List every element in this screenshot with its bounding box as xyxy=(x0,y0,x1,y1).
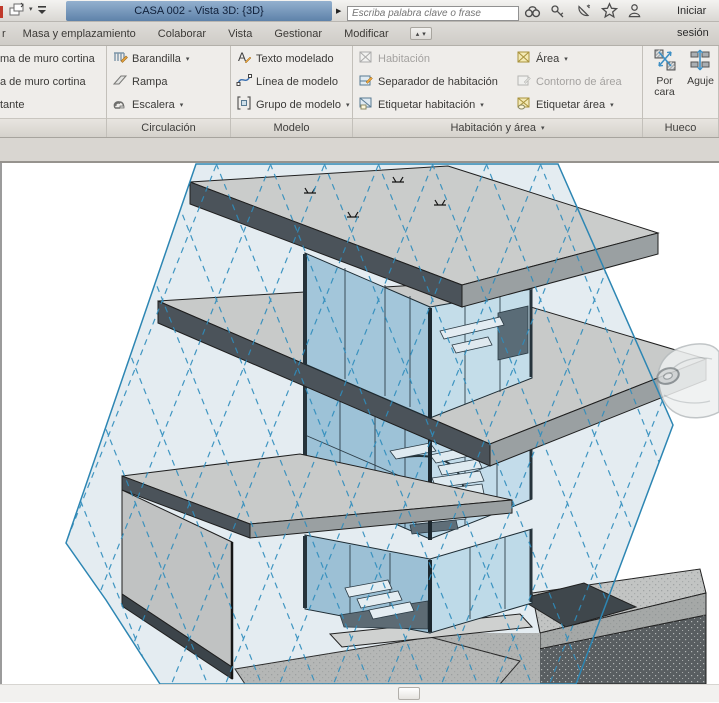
chevron-down-icon: ▾ xyxy=(422,30,426,38)
customize-toolbar-icon[interactable] xyxy=(36,4,48,16)
cropped-app-logo xyxy=(0,6,3,18)
search-input[interactable] xyxy=(347,6,519,21)
panel-label-hueco: Hueco xyxy=(643,118,718,137)
area-icon xyxy=(516,49,532,68)
key-icon[interactable] xyxy=(550,3,566,24)
button-barandilla[interactable]: Barandilla ▾ xyxy=(107,47,230,70)
stair-icon xyxy=(112,95,128,114)
sign-in-button[interactable]: Iniciar sesión xyxy=(677,0,719,22)
canvas-left-edge xyxy=(0,163,2,684)
chevron-down-icon: ▾ xyxy=(480,101,484,109)
button-texto-modelado[interactable]: A Texto modelado xyxy=(231,47,352,70)
button-linea-de-modelo[interactable]: Línea de modelo xyxy=(231,70,352,93)
panel-habitacion-y-area: Habitación Separador de habitación xyxy=(353,46,643,137)
chevron-down-icon: ▾ xyxy=(180,101,184,109)
button-etiquetar-habitacion[interactable]: Etiquetar habitación ▾ xyxy=(353,93,511,116)
help-search xyxy=(347,3,519,18)
shaft-vertical-icon xyxy=(689,48,713,76)
area-tag-icon xyxy=(516,95,532,114)
railing-icon xyxy=(112,49,128,68)
button-habitacion: Habitación xyxy=(353,47,511,70)
ramp-icon xyxy=(112,72,128,91)
ribbon-tab-bar: r Masa y emplazamiento Colaborar Vista G… xyxy=(0,22,719,46)
panel-hueco: Por cara Aguje Hueco xyxy=(643,46,719,137)
button-escalera[interactable]: Escalera ▾ xyxy=(107,93,230,116)
model-group-icon xyxy=(236,95,252,114)
tab-partial[interactable]: r xyxy=(0,22,12,45)
tab-masa-y-emplazamiento[interactable]: Masa y emplazamiento xyxy=(12,22,147,45)
tab-gestionar[interactable]: Gestionar xyxy=(263,22,333,45)
model-text-icon: A xyxy=(236,49,252,68)
button-grupo-de-modelo[interactable]: Grupo de modelo ▾ xyxy=(231,93,352,116)
title-expand-arrow-icon[interactable]: ▶ xyxy=(336,7,341,15)
options-bar xyxy=(0,138,719,163)
panel-label-circulacion: Circulación xyxy=(107,118,230,137)
tab-colaborar[interactable]: Colaborar xyxy=(147,22,217,45)
button-separador-de-habitacion[interactable]: Separador de habitación xyxy=(353,70,511,93)
quick-access-toolbar: ▾ xyxy=(8,2,48,18)
button-area[interactable]: Área ▾ xyxy=(511,47,642,70)
button-hueco-agujero[interactable]: Aguje xyxy=(684,48,717,118)
chevron-down-icon: ▾ xyxy=(564,55,568,63)
panel-label-habitacion-y-area[interactable]: Habitación y área ▾ xyxy=(353,118,642,137)
button-etiquetar-area[interactable]: Etiquetar área ▾ xyxy=(511,93,642,116)
panel-modelo: A Texto modelado Línea de modelo xyxy=(231,46,353,137)
model-line-icon xyxy=(236,72,252,91)
binoculars-search-icon[interactable] xyxy=(524,2,541,24)
chevron-down-icon[interactable]: ▾ xyxy=(29,5,33,15)
button-rampa[interactable]: Rampa xyxy=(107,70,230,93)
chevron-down-icon: ▾ xyxy=(346,101,350,109)
panel-label-modelo: Modelo xyxy=(231,118,352,137)
chevron-down-icon: ▾ xyxy=(186,55,190,63)
room-separator-icon xyxy=(358,72,374,91)
3d-viewport[interactable] xyxy=(0,163,719,684)
button-contorno-de-area: Contorno de área xyxy=(511,70,642,93)
panel-build-truncated: ma de muro cortina a de muro cortina tan… xyxy=(0,46,107,137)
titlebar-icons xyxy=(524,2,642,24)
person-icon[interactable] xyxy=(627,2,642,24)
room-tag-icon xyxy=(358,95,374,114)
area-boundary-icon xyxy=(516,72,532,91)
button-muro-cortina-sistema[interactable]: ma de muro cortina xyxy=(0,47,106,70)
horizontal-scrollbar[interactable] xyxy=(0,684,719,702)
star-favorites-icon[interactable] xyxy=(601,2,618,24)
ribbon-collapse-button[interactable]: ▴ ▾ xyxy=(410,27,432,40)
panel-circulacion: Barandilla ▾ Rampa Escalera ▾ xyxy=(107,46,231,137)
chevron-down-icon: ▾ xyxy=(541,124,545,132)
button-hueco-por-cara[interactable]: Por cara xyxy=(648,48,681,118)
ribbon: ma de muro cortina a de muro cortina tan… xyxy=(0,46,719,138)
tab-vista[interactable]: Vista xyxy=(217,22,263,45)
switch-windows-icon[interactable] xyxy=(8,2,26,18)
scrollbar-thumb[interactable] xyxy=(398,687,420,700)
collapse-up-icon: ▴ xyxy=(416,30,420,38)
window-title: CASA 002 - Vista 3D: {3D} xyxy=(66,1,332,21)
title-bar: ▾ CASA 002 - Vista 3D: {3D} ▶ xyxy=(0,0,719,22)
satellite-icon[interactable] xyxy=(575,3,592,24)
shaft-by-face-icon xyxy=(653,48,677,76)
chevron-down-icon: ▾ xyxy=(610,101,614,109)
button-muro-cortina-rejilla[interactable]: a de muro cortina xyxy=(0,70,106,93)
button-montante[interactable]: tante xyxy=(0,93,106,116)
room-icon xyxy=(358,49,374,68)
panel-label-empty xyxy=(0,118,106,137)
tab-modificar[interactable]: Modificar xyxy=(333,22,400,45)
